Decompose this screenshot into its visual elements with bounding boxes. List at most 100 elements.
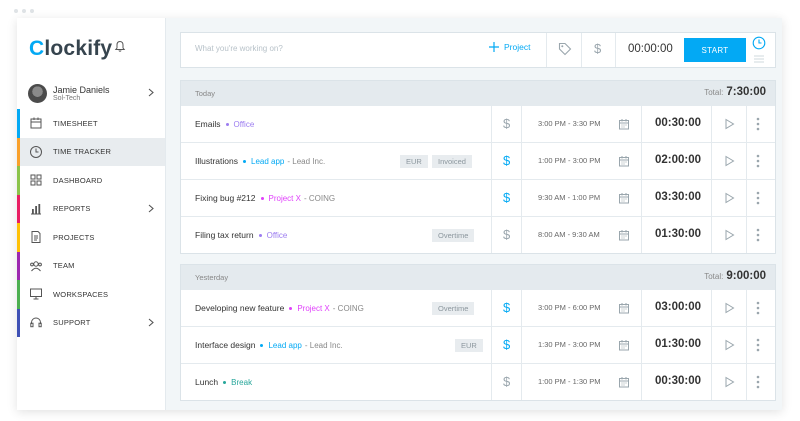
entry-description[interactable]: Illustrations Lead app - Lead Inc. <box>195 156 325 166</box>
tag-badge[interactable]: EUR <box>455 339 483 352</box>
divider <box>641 180 642 216</box>
divider <box>711 327 712 363</box>
entry-duration[interactable]: 03:00:00 <box>655 301 701 313</box>
play-icon[interactable] <box>724 192 735 204</box>
project-dot <box>258 233 262 237</box>
dashboard-icon <box>30 174 42 186</box>
play-icon[interactable] <box>724 376 735 388</box>
calendar-icon[interactable] <box>618 376 630 388</box>
tag-badge[interactable]: Invoiced <box>432 155 472 168</box>
entry-project[interactable]: Office <box>267 231 288 240</box>
billable-dollar-icon[interactable]: $ <box>503 337 510 352</box>
tag-icon[interactable] <box>558 42 572 56</box>
entry-time-range[interactable]: 3:00 PM - 3:30 PM <box>538 119 601 128</box>
play-icon[interactable] <box>724 118 735 130</box>
divider <box>615 33 616 67</box>
group-header: Today Total: 7:30:00 <box>181 81 775 105</box>
chevron-right-icon <box>148 88 154 97</box>
billable-toggle-icon[interactable]: $ <box>594 41 601 56</box>
divider <box>711 364 712 400</box>
entry-description[interactable]: Fixing bug #212 Project X- COING <box>195 193 335 203</box>
sidebar-item-label: TEAM <box>53 261 75 271</box>
entry-duration[interactable]: 00:30:00 <box>655 375 701 387</box>
entry-description[interactable]: Emails Office <box>195 119 254 129</box>
entry-project[interactable]: Break <box>231 378 252 387</box>
sidebar-item-support[interactable]: SUPPORT <box>17 308 165 337</box>
more-vertical-icon[interactable] <box>756 374 760 390</box>
divider <box>521 180 522 216</box>
more-vertical-icon[interactable] <box>756 116 760 132</box>
entry-duration[interactable]: 03:30:00 <box>655 191 701 203</box>
billable-dollar-icon[interactable]: $ <box>503 190 510 205</box>
manual-mode-list-icon[interactable] <box>753 54 765 64</box>
entry-description[interactable]: Developing new feature Project X- COING <box>195 303 364 313</box>
entry-project[interactable]: Lead app <box>251 157 284 166</box>
project-picker-button[interactable]: Project <box>488 41 530 53</box>
billable-dollar-icon[interactable]: $ <box>503 227 510 242</box>
more-vertical-icon[interactable] <box>756 300 760 316</box>
app-window: Clockify Jamie Daniels Sol-Tech TIMESHEE… <box>17 18 782 410</box>
entry-time-range[interactable]: 3:00 PM - 6:00 PM <box>538 303 601 312</box>
entry-time-range[interactable]: 1:00 PM - 1:30 PM <box>538 377 601 386</box>
bell-icon[interactable] <box>114 40 126 53</box>
tag-badge[interactable]: Overtime <box>432 302 475 315</box>
entry-time-range[interactable]: 1:00 PM - 3:00 PM <box>538 156 601 165</box>
sidebar-item-dashboard[interactable]: DASHBOARD <box>17 166 165 195</box>
billable-dollar-icon[interactable]: $ <box>503 116 510 131</box>
entry-description[interactable]: Filing tax return Office <box>195 230 287 240</box>
start-button[interactable]: START <box>684 38 746 62</box>
more-vertical-icon[interactable] <box>756 153 760 169</box>
entry-description[interactable]: Interface design Lead app - Lead Inc. <box>195 340 343 350</box>
calendar-icon[interactable] <box>618 155 630 167</box>
entry-description[interactable]: Lunch Break <box>195 377 252 387</box>
description-input[interactable]: What you're working on? <box>195 44 283 53</box>
calendar-icon[interactable] <box>618 192 630 204</box>
entry-duration[interactable]: 00:30:00 <box>655 117 701 129</box>
more-vertical-icon[interactable] <box>756 190 760 206</box>
team-icon <box>30 260 42 271</box>
more-vertical-icon[interactable] <box>756 227 760 243</box>
entry-time-range[interactable]: 9:30 AM - 1:00 PM <box>538 193 600 202</box>
entry-project[interactable]: Project X <box>269 194 301 203</box>
sidebar-item-label: TIME TRACKER <box>53 147 112 157</box>
entry-time-range[interactable]: 1:30 PM - 3:00 PM <box>538 340 601 349</box>
divider <box>521 217 522 253</box>
billable-dollar-icon[interactable]: $ <box>503 153 510 168</box>
entry-description-text: Filing tax return <box>195 230 254 240</box>
calendar-icon[interactable] <box>618 302 630 314</box>
calendar-icon[interactable] <box>618 339 630 351</box>
play-icon[interactable] <box>724 229 735 241</box>
sidebar-item-time-tracker[interactable]: TIME TRACKER <box>17 137 165 166</box>
entry-project[interactable]: Office <box>234 120 255 129</box>
more-vertical-icon[interactable] <box>756 337 760 353</box>
user-menu[interactable]: Jamie Daniels Sol-Tech <box>17 80 165 110</box>
avatar <box>28 84 47 103</box>
tag-badge[interactable]: Overtime <box>432 229 475 242</box>
calendar-icon[interactable] <box>618 118 630 130</box>
play-icon[interactable] <box>724 339 735 351</box>
billable-dollar-icon[interactable]: $ <box>503 374 510 389</box>
project-dot <box>223 380 227 384</box>
sidebar-item-workspaces[interactable]: WORKSPACES <box>17 280 165 309</box>
entry-duration[interactable]: 01:30:00 <box>655 338 701 350</box>
entry-project[interactable]: Project X <box>297 304 329 313</box>
entry-duration[interactable]: 01:30:00 <box>655 228 701 240</box>
billable-dollar-icon[interactable]: $ <box>503 300 510 315</box>
calendar-icon[interactable] <box>618 229 630 241</box>
sidebar-item-timesheet[interactable]: TIMESHEET <box>17 109 165 138</box>
entry-time-range[interactable]: 8:00 AM - 9:30 AM <box>538 230 600 239</box>
sidebar-item-reports[interactable]: REPORTS <box>17 194 165 223</box>
timer-mode-clock-icon[interactable] <box>752 36 766 50</box>
sidebar-item-team[interactable]: TEAM <box>17 251 165 280</box>
play-icon[interactable] <box>724 155 735 167</box>
time-entry-row: Interface design Lead app - Lead Inc. EUR $1… <box>181 326 775 363</box>
timer-display: 00:00:00 <box>628 43 673 55</box>
entry-group-today: Today Total: 7:30:00 Emails Office $3:00 PM -… <box>180 80 776 254</box>
reports-icon <box>31 203 41 214</box>
time-entry-row: Fixing bug #212 Project X- COING $9:30 AM … <box>181 179 775 216</box>
entry-project[interactable]: Lead app <box>268 341 301 350</box>
play-icon[interactable] <box>724 302 735 314</box>
tag-badge[interactable]: EUR <box>400 155 428 168</box>
sidebar-item-projects[interactable]: PROJECTS <box>17 223 165 252</box>
entry-duration[interactable]: 02:00:00 <box>655 154 701 166</box>
